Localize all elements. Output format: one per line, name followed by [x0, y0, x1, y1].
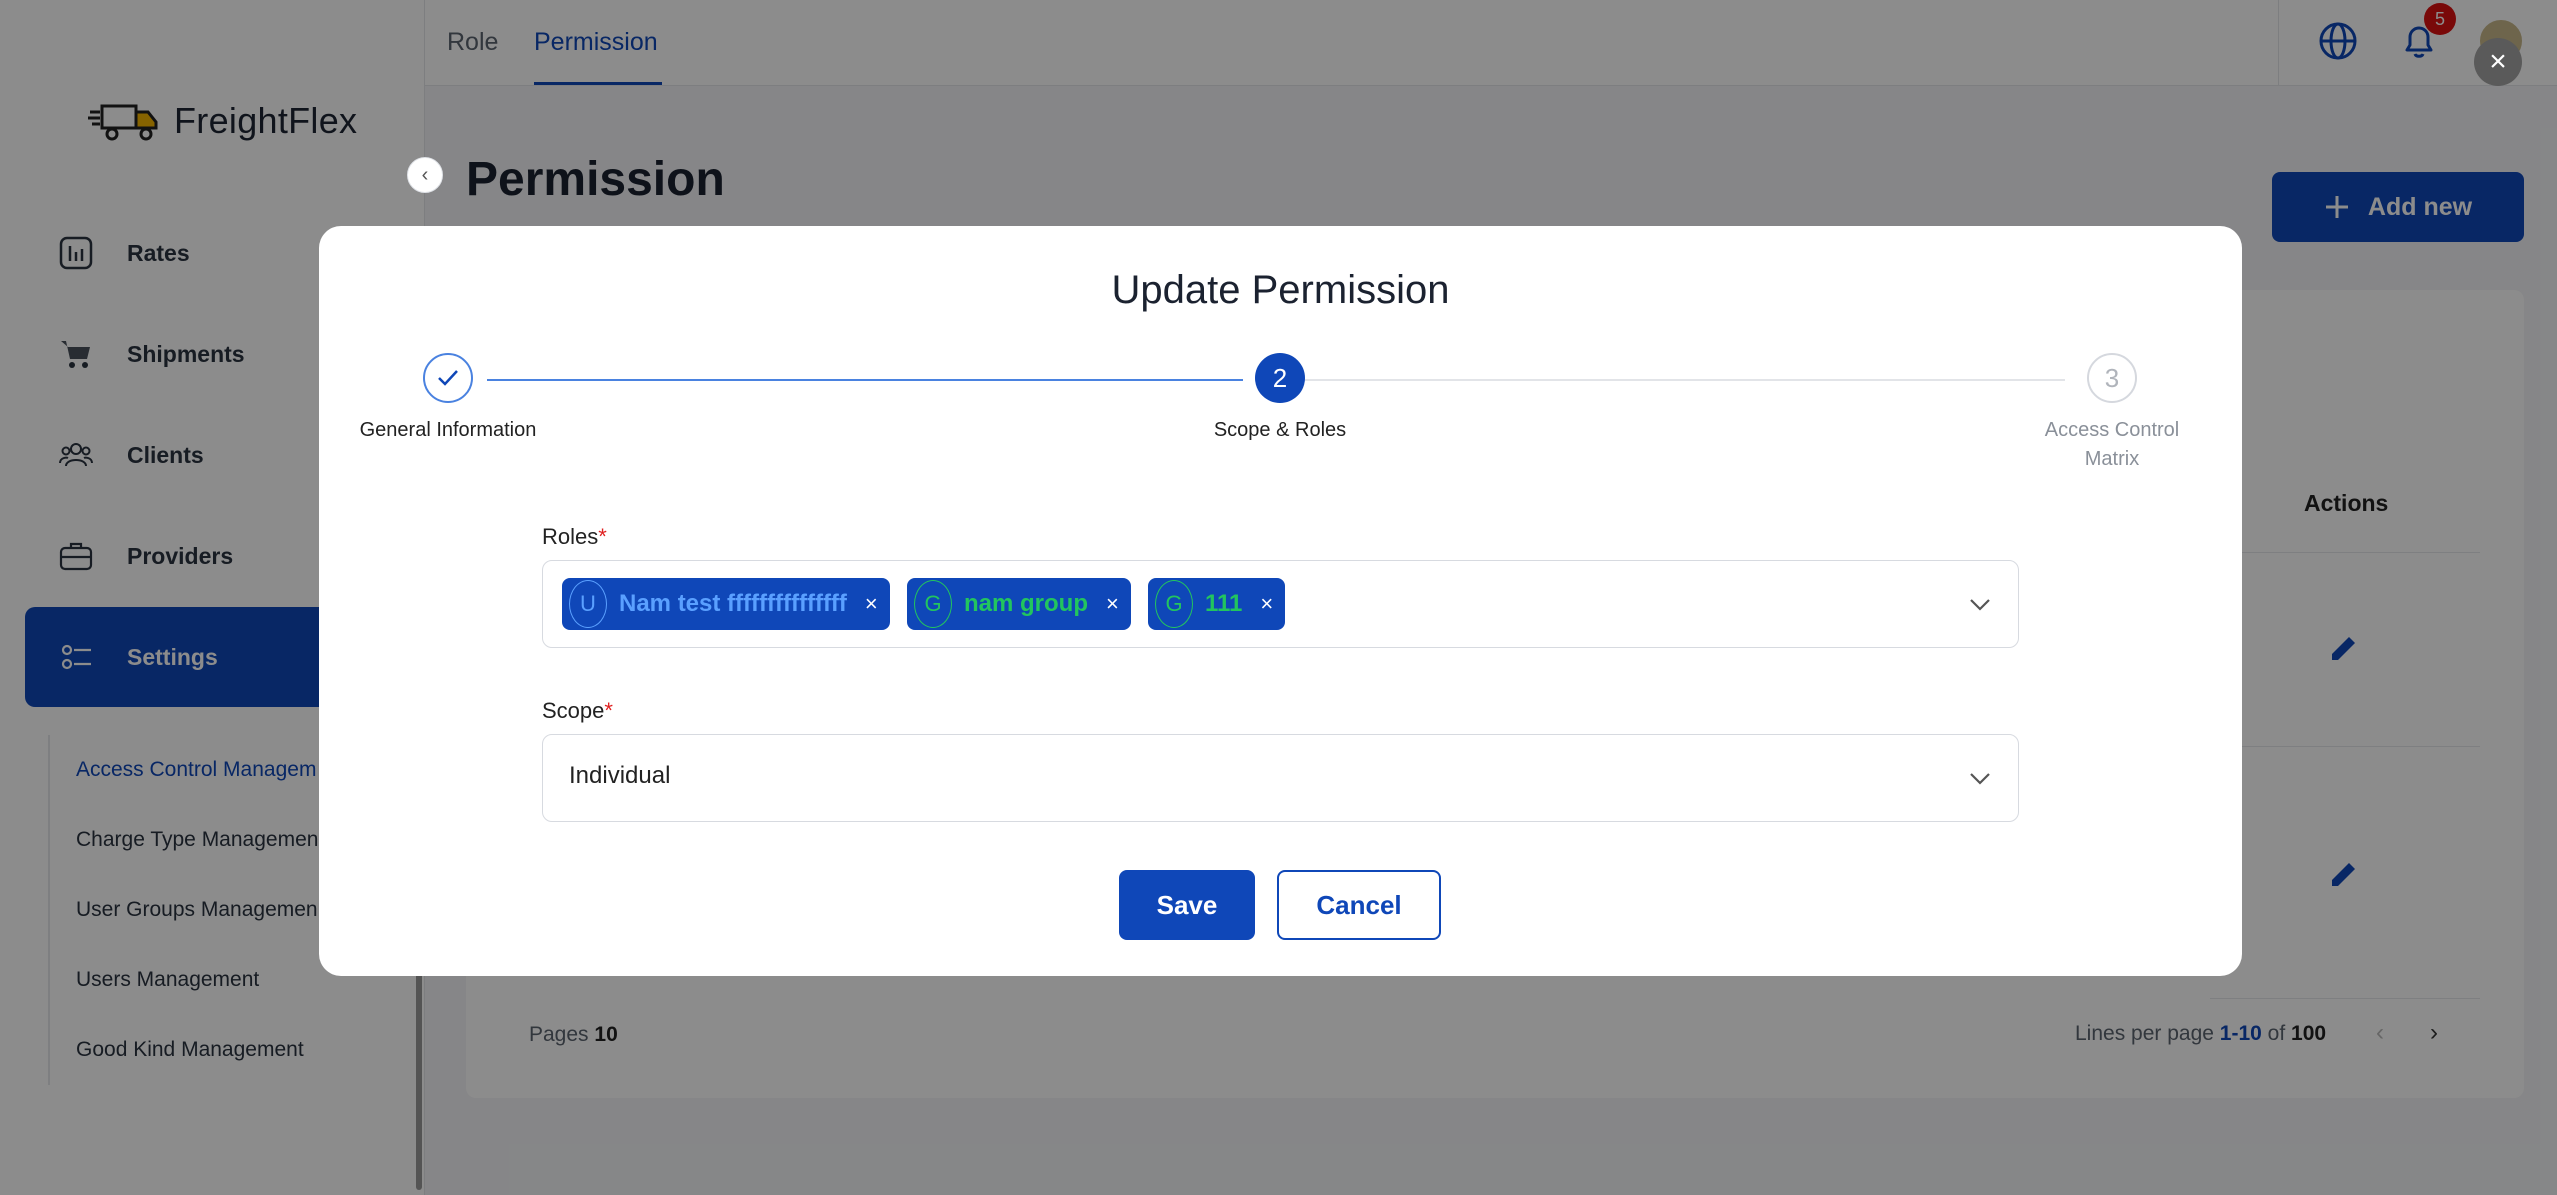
role-chip: G 111 × [1148, 578, 1286, 630]
roles-label: Roles* [542, 524, 607, 550]
update-permission-modal: Update Permission General Information 2 … [319, 226, 2242, 976]
role-type-letter: U [569, 580, 607, 628]
cancel-button[interactable]: Cancel [1277, 870, 1441, 940]
role-chip: G nam group × [907, 578, 1131, 630]
step-connector-complete [487, 379, 1243, 381]
save-button[interactable]: Save [1119, 870, 1255, 940]
step-3-label-line2: Matrix [2084, 448, 2140, 470]
check-icon [438, 370, 458, 386]
scope-select[interactable]: Individual [542, 734, 2019, 822]
scope-label-text: Scope [542, 698, 605, 723]
scope-value: Individual [569, 762, 671, 789]
remove-chip-icon[interactable]: × [1260, 591, 1273, 617]
chevron-down-icon[interactable] [1966, 765, 1994, 793]
role-chip-label: Nam test fffffffffffffff [619, 590, 847, 617]
chevron-left-icon: ‹ [421, 163, 429, 186]
step-2-label: Scope & Roles [1213, 419, 1347, 441]
scope-label: Scope* [542, 698, 613, 724]
role-chip: U Nam test fffffffffffffff × [562, 578, 890, 630]
close-icon[interactable]: × [2474, 38, 2522, 86]
required-mark: * [598, 524, 607, 549]
role-chip-label: nam group [964, 590, 1088, 617]
remove-chip-icon[interactable]: × [865, 591, 878, 617]
role-chip-label: 111 [1205, 590, 1243, 617]
step-connector-pending [1305, 379, 2065, 381]
collapse-sidebar-button[interactable]: ‹ [407, 157, 443, 193]
chevron-down-icon[interactable] [1966, 591, 1994, 619]
required-mark: * [604, 698, 613, 723]
step-1-done[interactable] [423, 353, 473, 403]
remove-chip-icon[interactable]: × [1106, 591, 1119, 617]
roles-select[interactable]: U Nam test fffffffffffffff × G nam group… [542, 560, 2019, 648]
role-type-letter: G [1155, 580, 1193, 628]
step-2-active[interactable]: 2 [1255, 353, 1305, 403]
step-1-label: General Information [359, 419, 537, 441]
step-3-label-line1: Access Control [2044, 419, 2180, 441]
modal-title: Update Permission [1111, 268, 1450, 312]
role-type-letter: G [914, 580, 952, 628]
step-3-pending[interactable]: 3 [2087, 353, 2137, 403]
step-3-label: Access Control Matrix [2007, 416, 2217, 474]
roles-label-text: Roles [542, 524, 599, 549]
